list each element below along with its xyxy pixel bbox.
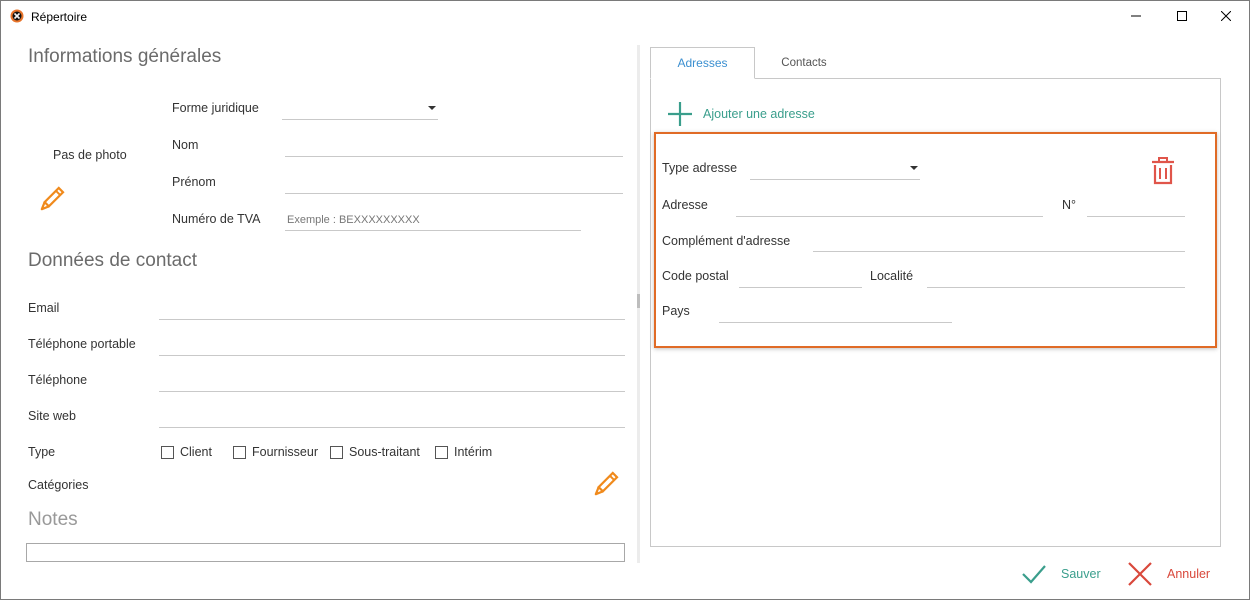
- plus-icon: [668, 102, 692, 126]
- add-address-label: Ajouter une adresse: [703, 107, 815, 121]
- photo-placeholder-label: Pas de photo: [53, 148, 127, 162]
- nom-input-field[interactable]: [285, 135, 623, 156]
- address-label: Adresse: [662, 198, 708, 212]
- checkmark-icon: [1022, 565, 1046, 584]
- mobile-label: Téléphone portable: [28, 337, 136, 351]
- country-input[interactable]: [719, 301, 952, 323]
- cross-icon: [1128, 562, 1152, 586]
- phone-input[interactable]: [159, 370, 625, 392]
- postal-code-input-field[interactable]: [739, 266, 862, 287]
- address-type-select[interactable]: [750, 158, 920, 180]
- website-input[interactable]: [159, 406, 625, 428]
- nom-label: Nom: [172, 138, 199, 152]
- forme-juridique-label: Forme juridique: [172, 101, 259, 115]
- checkbox-label: Fournisseur: [252, 445, 318, 459]
- notes-textarea[interactable]: [26, 543, 625, 562]
- checkbox-box[interactable]: [161, 445, 174, 459]
- type-checkbox-client[interactable]: Client: [161, 445, 212, 459]
- city-input-field[interactable]: [927, 266, 1185, 287]
- close-button[interactable]: [1203, 1, 1249, 31]
- splitter-grip[interactable]: [637, 294, 640, 308]
- phone-input-field[interactable]: [159, 370, 625, 391]
- title-bar: Répertoire: [1, 1, 1249, 31]
- checkbox-label: Intérim: [454, 445, 493, 459]
- mobile-input[interactable]: [159, 334, 625, 356]
- email-input-field[interactable]: [159, 298, 625, 319]
- minimize-button[interactable]: [1113, 1, 1159, 31]
- number-label: N°: [1062, 198, 1077, 212]
- chevron-down-icon: [910, 166, 918, 170]
- type-checkbox-fournisseur[interactable]: Fournisseur: [233, 445, 318, 459]
- type-checkbox-sous-traitant[interactable]: Sous-traitant: [330, 445, 420, 459]
- address-type-label: Type adresse: [662, 161, 738, 175]
- tva-label: Numéro de TVA: [172, 212, 261, 226]
- pencil-icon[interactable]: [37, 185, 65, 215]
- postal-code-label: Code postal: [662, 269, 729, 283]
- window-title: Répertoire: [31, 10, 88, 24]
- email-label: Email: [28, 301, 60, 315]
- checkbox-box[interactable]: [435, 445, 448, 459]
- website-label: Site web: [28, 409, 76, 423]
- nom-input[interactable]: [285, 135, 623, 157]
- country-label: Pays: [662, 304, 690, 318]
- prenom-input[interactable]: [285, 172, 623, 194]
- app-logo-icon: [10, 9, 24, 23]
- tab-adresses[interactable]: Adresses: [650, 47, 755, 79]
- email-input[interactable]: [159, 298, 625, 320]
- pencil-icon[interactable]: [591, 470, 619, 500]
- categories-label: Catégories: [28, 478, 89, 492]
- complement-label: Complément d'adresse: [662, 234, 791, 248]
- prenom-input-field[interactable]: [285, 172, 623, 193]
- city-label: Localité: [870, 269, 914, 283]
- cancel-button[interactable]: Annuler: [1127, 561, 1210, 587]
- repertoire-window: Répertoire Informations générales Pas de…: [0, 0, 1250, 600]
- tva-input[interactable]: [285, 209, 581, 231]
- checkbox-label: Sous-traitant: [349, 445, 420, 459]
- mobile-input-field[interactable]: [159, 334, 625, 355]
- phone-label: Téléphone: [28, 373, 88, 387]
- type-label: Type: [28, 445, 56, 459]
- trash-icon[interactable]: [1150, 157, 1176, 185]
- add-address-button[interactable]: Ajouter une adresse: [667, 101, 815, 127]
- contact-section-title: Données de contact: [28, 250, 198, 271]
- checkbox-box[interactable]: [330, 445, 343, 459]
- postal-code-input[interactable]: [739, 266, 862, 288]
- complement-input[interactable]: [813, 230, 1185, 252]
- address-input[interactable]: [736, 195, 1043, 217]
- close-icon: [1221, 11, 1231, 21]
- minimize-icon: [1131, 15, 1141, 17]
- forme-juridique-select[interactable]: [282, 98, 438, 120]
- number-input[interactable]: [1087, 195, 1185, 217]
- complement-input-field[interactable]: [813, 230, 1185, 251]
- cancel-label: Annuler: [1167, 567, 1211, 581]
- number-input-field[interactable]: [1087, 195, 1185, 216]
- city-input[interactable]: [927, 266, 1185, 288]
- type-checkbox-interim[interactable]: Intérim: [435, 445, 492, 459]
- prenom-label: Prénom: [172, 175, 216, 189]
- maximize-button[interactable]: [1159, 1, 1205, 31]
- tab-contacts[interactable]: Contacts: [755, 47, 853, 79]
- save-button[interactable]: Sauver: [1021, 561, 1101, 587]
- maximize-icon: [1177, 11, 1187, 21]
- checkbox-box[interactable]: [233, 445, 246, 459]
- website-input-field[interactable]: [159, 406, 625, 427]
- chevron-down-icon: [428, 106, 436, 110]
- checkbox-label: Client: [180, 445, 212, 459]
- save-label: Sauver: [1061, 567, 1101, 581]
- general-section-title: Informations générales: [28, 46, 222, 67]
- notes-section-title: Notes: [28, 509, 78, 530]
- tva-input-field[interactable]: [285, 209, 581, 230]
- address-input-field[interactable]: [736, 195, 1043, 216]
- country-input-field[interactable]: [719, 301, 952, 322]
